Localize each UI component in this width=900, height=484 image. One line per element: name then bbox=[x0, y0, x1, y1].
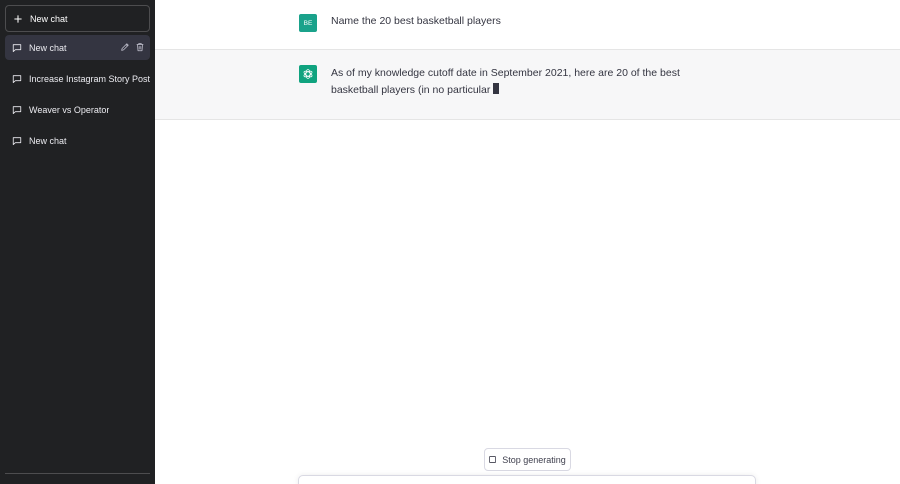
app-window: New chat New chat Increase Instagram Sto… bbox=[0, 0, 900, 484]
pencil-icon[interactable] bbox=[120, 42, 130, 52]
stop-generating-button[interactable]: Stop generating bbox=[484, 448, 571, 471]
chat-bubble-icon bbox=[12, 74, 22, 83]
user-message-row: BE Name the 20 best basketball players bbox=[155, 0, 900, 50]
chat-bubble-icon bbox=[12, 43, 22, 52]
openai-logo-icon bbox=[303, 69, 313, 79]
trash-icon[interactable] bbox=[135, 42, 145, 52]
sidebar-item-label: New chat bbox=[29, 135, 67, 146]
typing-cursor bbox=[493, 83, 500, 94]
item-actions bbox=[120, 42, 145, 52]
chat-bubble-icon bbox=[12, 136, 22, 145]
sidebar-item-label: New chat bbox=[29, 42, 67, 53]
sidebar-item-weaver-vs-operator[interactable]: Weaver vs Operator bbox=[5, 97, 150, 122]
chat-bubble-icon bbox=[12, 105, 22, 114]
sidebar-item-new-chat[interactable]: New chat bbox=[5, 128, 150, 153]
sidebar-divider bbox=[5, 473, 150, 474]
user-avatar: BE bbox=[299, 14, 317, 32]
sidebar-item-increase-instagram[interactable]: Increase Instagram Story Post bbox=[5, 66, 150, 91]
assistant-message-text: As of my knowledge cutoff date in Septem… bbox=[331, 67, 680, 96]
assistant-message-row: As of my knowledge cutoff date in Septem… bbox=[155, 50, 900, 120]
sidebar-item-new-chat-active[interactable]: New chat bbox=[5, 35, 150, 60]
sidebar: New chat New chat Increase Instagram Sto… bbox=[0, 0, 155, 484]
user-message-text: Name the 20 best basketball players bbox=[331, 15, 501, 27]
conversation-pane: BE Name the 20 best basketball players A… bbox=[155, 0, 900, 484]
sidebar-item-label: Increase Instagram Story Post bbox=[29, 73, 150, 84]
new-chat-label: New chat bbox=[30, 13, 68, 24]
plus-icon bbox=[14, 14, 22, 23]
chat-history: New chat Increase Instagram Story Post W… bbox=[5, 35, 150, 159]
assistant-message: As of my knowledge cutoff date in Septem… bbox=[331, 65, 711, 99]
new-chat-button[interactable]: New chat bbox=[5, 5, 150, 32]
stop-square-icon bbox=[489, 456, 497, 463]
message-input[interactable] bbox=[298, 475, 756, 484]
assistant-avatar bbox=[299, 65, 317, 83]
stop-generating-label: Stop generating bbox=[502, 454, 566, 465]
sidebar-item-label: Weaver vs Operator bbox=[29, 104, 110, 115]
